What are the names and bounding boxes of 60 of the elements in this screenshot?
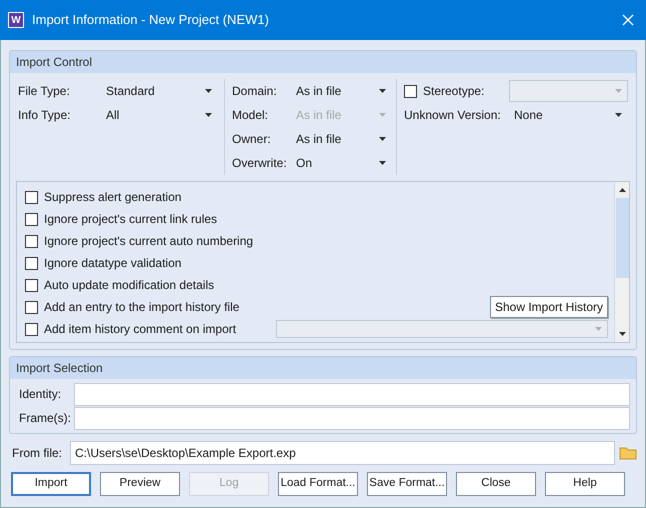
checkbox[interactable] (25, 190, 38, 204)
dropdown[interactable]: As in file (296, 81, 392, 101)
dropdown[interactable]: None (514, 106, 628, 124)
dropdown[interactable]: All (106, 105, 218, 125)
checkbox-label: Add an entry to the import history file (44, 299, 240, 316)
file-path-field[interactable]: C:\Users\se\Desktop\Example Export.exp (70, 441, 615, 465)
dialog-button[interactable]: Help (545, 472, 625, 496)
scroll-down-icon[interactable] (618, 332, 626, 336)
checkbox-label: Add item history comment on import (44, 321, 236, 338)
close-icon[interactable] (622, 14, 634, 26)
scrollbar[interactable] (614, 182, 629, 342)
field-label: Overwrite: (232, 155, 288, 172)
caret-icon (205, 89, 212, 93)
dialog-button[interactable]: Import (11, 472, 91, 496)
caret-icon (595, 327, 602, 331)
dropdown[interactable]: As in file (296, 129, 392, 149)
input-field[interactable] (74, 382, 630, 406)
group-header: Import Control (10, 51, 636, 73)
field-label: Identity: (18, 386, 62, 403)
field-label: Owner: (232, 131, 272, 148)
checkbox-label: Ignore datatype validation (44, 255, 182, 272)
dialog-button[interactable]: Preview (100, 472, 180, 496)
scroll-thumb[interactable] (616, 198, 628, 278)
dropdown[interactable]: Standard (106, 81, 218, 101)
field-label: Info Type: (18, 107, 72, 124)
field-label: Unknown Version: (404, 107, 502, 124)
caret-icon (379, 161, 386, 165)
dropdown[interactable]: On (296, 153, 392, 173)
checkbox[interactable] (25, 212, 38, 226)
checkbox[interactable] (25, 234, 38, 248)
caret-icon (379, 113, 386, 117)
checkbox-label: Ignore project's current link rules (44, 211, 218, 228)
field-label: Domain: (232, 83, 278, 100)
field-label: Frame(s): (18, 410, 72, 427)
caret-icon (379, 137, 386, 141)
field-label: Stereotype: (423, 83, 486, 100)
scroll-up-icon[interactable] (618, 188, 626, 192)
checkbox[interactable] (25, 278, 38, 292)
field-label: File Type: (18, 83, 71, 100)
group-header: Import Selection (10, 357, 636, 379)
input-field[interactable] (74, 406, 630, 430)
checkbox-label: Ignore project's current auto numbering (44, 233, 254, 250)
checkbox-label: Suppress alert generation (44, 189, 182, 206)
dialog-button[interactable]: Close (456, 472, 536, 496)
checkbox-label: Auto update modification details (44, 277, 214, 294)
app-logo: W (8, 12, 24, 28)
field-label: From file: (12, 445, 64, 462)
checkbox[interactable] (25, 256, 38, 270)
checkbox[interactable] (25, 300, 38, 314)
caret-icon (615, 113, 622, 117)
caret-icon (379, 89, 386, 93)
caret-icon (615, 89, 622, 93)
show-history-button[interactable]: Show Import History (490, 296, 608, 318)
checkbox[interactable] (25, 322, 38, 336)
checkbox[interactable] (404, 84, 417, 98)
window-title: Import Information - New Project (NEW1) (32, 11, 270, 30)
dialog-button[interactable]: Load Format... (278, 472, 358, 496)
field-label: Model: (232, 107, 270, 124)
caret-icon (205, 113, 212, 117)
dialog-button[interactable]: Save Format... (367, 472, 447, 496)
